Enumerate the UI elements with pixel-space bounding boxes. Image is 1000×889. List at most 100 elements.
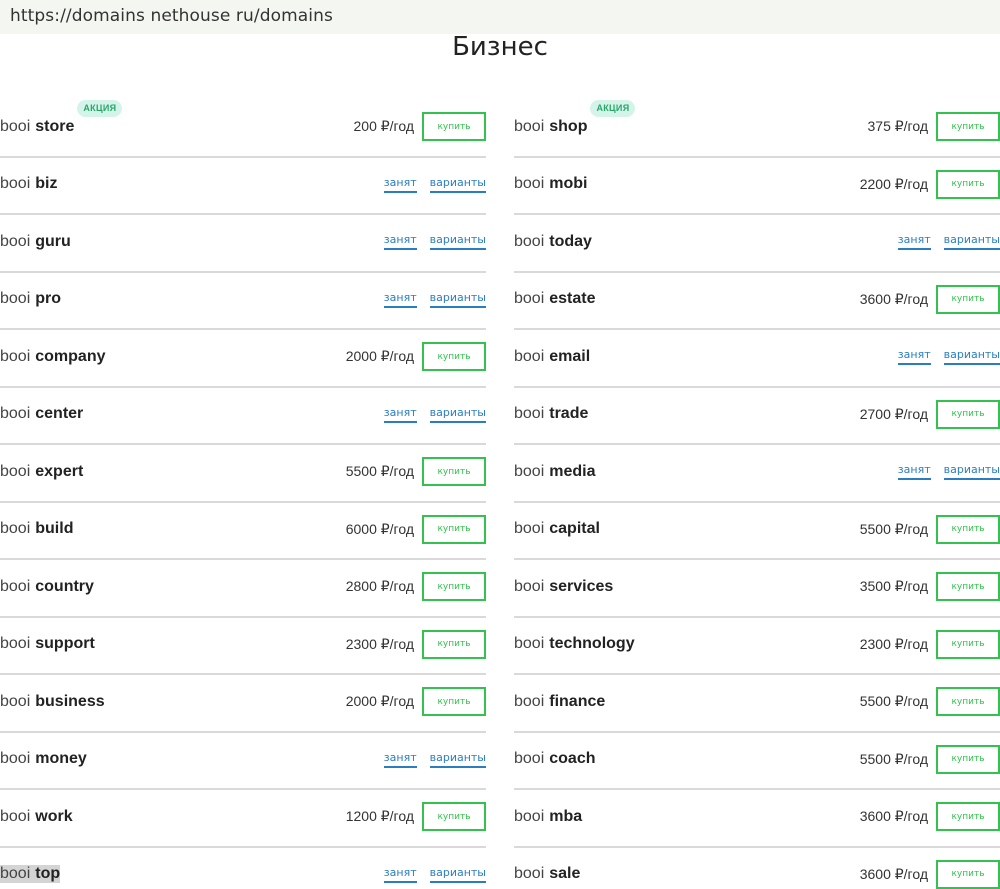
taken-link[interactable]: занят (383, 176, 417, 193)
domain-zone: top (30, 865, 61, 884)
domain-base: booi (0, 865, 31, 884)
domain-actions: занят варианты (897, 463, 1000, 481)
domain-price: 2000 ₽/год (345, 348, 414, 365)
taken-link[interactable]: занят (383, 291, 417, 308)
domain-actions: 5500 ₽/год купить (346, 457, 486, 487)
domain-name: booi business (0, 693, 105, 711)
variants-link[interactable]: варианты (429, 866, 486, 883)
taken-link[interactable]: занят (897, 463, 931, 481)
domain-actions: занят варианты (383, 291, 486, 308)
domain-name: booi support (0, 635, 95, 653)
domain-row-estate: booi estate 3600 ₽/год купить (514, 270, 1000, 329)
buy-button[interactable]: купить (936, 687, 1000, 717)
buy-button[interactable]: купить (422, 342, 486, 372)
domain-actions: 3600 ₽/год купить (860, 284, 1000, 314)
domain-price: 2700 ₽/год (859, 405, 928, 422)
buy-button[interactable]: купить (422, 457, 486, 487)
domain-zone: mba (549, 807, 583, 825)
domain-name: booi money (0, 750, 87, 768)
domain-row-money: booi money занят варианты (0, 730, 486, 789)
promo-badge: АКЦИЯ (590, 99, 636, 117)
address-bar[interactable]: https://domains nethouse ru/domains (0, 0, 1000, 34)
buy-button[interactable]: купить (936, 572, 1000, 602)
taken-link[interactable]: занят (383, 866, 417, 883)
variants-link[interactable]: варианты (429, 751, 486, 768)
domain-row-work: booi work 1200 ₽/год купить (0, 788, 486, 846)
taken-link[interactable]: занят (383, 233, 417, 251)
domain-base: booi (0, 520, 31, 538)
domain-price: 2300 ₽/год (345, 635, 414, 652)
domain-row-company: booi company 2000 ₽/год купить (0, 328, 486, 386)
domain-row-mba: booi mba 3600 ₽/год купить (514, 788, 1000, 846)
domain-name: booi mobi (514, 175, 587, 193)
variants-link[interactable]: варианты (943, 233, 1000, 251)
domain-actions: занят варианты (383, 866, 486, 883)
domain-actions: 375 ₽/год купить (868, 112, 1000, 142)
domain-name: booi company (0, 348, 106, 366)
buy-button[interactable]: купить (422, 629, 486, 659)
domain-row-build: booi build 6000 ₽/год купить (0, 500, 486, 559)
domain-base: booi (514, 807, 545, 825)
buy-button[interactable]: купить (936, 744, 1000, 774)
variants-link[interactable]: варианты (429, 233, 486, 251)
buy-button[interactable]: купить (422, 572, 486, 602)
domain-row-finance: booi finance 5500 ₽/год купить (514, 673, 1000, 731)
domain-actions: 5500 ₽/год купить (859, 514, 1000, 544)
domain-actions: 6000 ₽/год купить (345, 514, 486, 544)
domain-price: 5500 ₽/год (859, 520, 928, 537)
taken-link[interactable]: занят (897, 348, 931, 366)
domain-zone: money (35, 750, 87, 768)
domain-base: booi (514, 692, 545, 710)
variants-link[interactable]: варианты (943, 348, 1000, 366)
buy-button[interactable]: купить (936, 112, 1000, 142)
buy-button[interactable]: купить (936, 514, 1000, 544)
buy-button[interactable]: купить (422, 802, 486, 832)
domain-price: 2800 ₽/год (345, 578, 414, 595)
variants-link[interactable]: варианты (429, 176, 486, 193)
domain-row-country: booi country 2800 ₽/год купить (0, 558, 486, 616)
buy-button[interactable]: купить (936, 802, 1000, 832)
taken-link[interactable]: занят (897, 233, 931, 251)
taken-link[interactable]: занят (383, 751, 417, 768)
domain-row-email: booi email занят варианты (514, 328, 1000, 386)
domain-zone: guru (35, 232, 71, 250)
domain-price: 3600 ₽/год (859, 808, 928, 825)
domain-actions: 3600 ₽/год купить (859, 859, 1000, 889)
domain-zone: technology (549, 635, 635, 653)
variants-link[interactable]: варианты (429, 291, 486, 308)
buy-button[interactable]: купить (936, 284, 1000, 314)
buy-button[interactable]: купить (936, 169, 1000, 199)
domain-zone: country (35, 577, 94, 595)
domain-base: booi (514, 520, 545, 538)
domain-name: booi pro (0, 290, 61, 308)
domain-actions: занят варианты (383, 176, 486, 193)
domain-base: booi (0, 175, 31, 193)
domain-zone: company (35, 347, 106, 365)
domain-name: booi work (0, 808, 73, 826)
domain-price: 6000 ₽/год (345, 520, 414, 537)
domain-base: booi (0, 635, 31, 653)
domain-row-capital: booi capital 5500 ₽/год купить (514, 500, 1000, 559)
domain-actions: занят варианты (383, 751, 486, 768)
domain-actions: 5500 ₽/год купить (859, 687, 1000, 717)
domain-price: 3600 ₽/год (859, 865, 928, 882)
domain-base: booi (0, 807, 31, 825)
domain-name: booi country (0, 578, 94, 596)
domain-row-business: booi business 2000 ₽/год купить (0, 673, 486, 731)
buy-button[interactable]: купить (936, 399, 1000, 429)
buy-button[interactable]: купить (936, 859, 1000, 889)
domain-price: 5500 ₽/год (859, 693, 928, 710)
domain-price: 1200 ₽/год (345, 808, 414, 825)
buy-button[interactable]: купить (422, 687, 486, 717)
domain-actions: 2300 ₽/год купить (345, 629, 486, 659)
variants-link[interactable]: варианты (943, 463, 1000, 481)
variants-link[interactable]: варианты (429, 406, 486, 423)
buy-button[interactable]: купить (936, 629, 1000, 659)
buy-button[interactable]: купить (422, 514, 486, 544)
domain-row-today: booi today занят варианты (514, 213, 1000, 271)
domain-name: booi sale (514, 865, 580, 883)
buy-button[interactable]: купить (422, 112, 486, 142)
domain-row-pro: booi pro занят варианты (0, 270, 486, 329)
domain-base: booi (514, 750, 545, 768)
taken-link[interactable]: занят (383, 406, 417, 423)
